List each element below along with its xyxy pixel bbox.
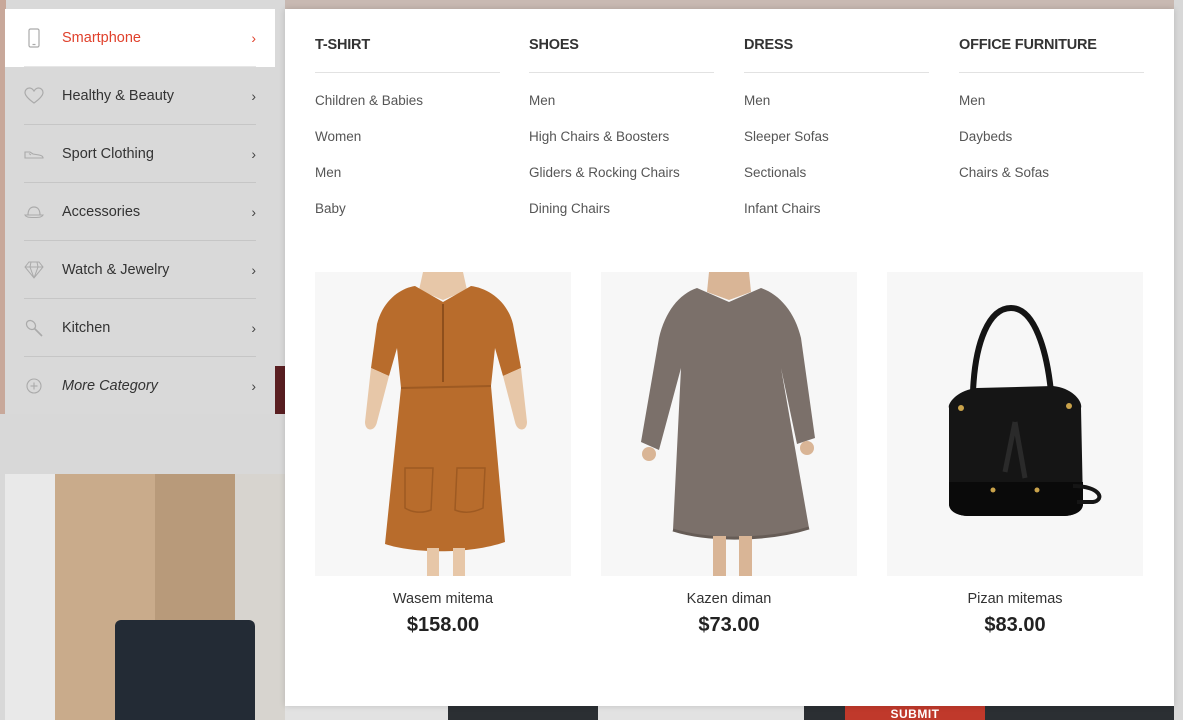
mega-link[interactable]: Sectionals (744, 165, 929, 201)
heart-icon (24, 86, 44, 106)
hero-banner-right-edge (1174, 0, 1183, 414)
mega-column-heading[interactable]: OFFICE FURNITURE (959, 9, 1144, 73)
product-price: $83.00 (984, 614, 1046, 636)
mega-link[interactable]: Infant Chairs (744, 201, 929, 237)
mega-link[interactable]: Baby (315, 201, 500, 237)
sidebar-item-watch-jewelry[interactable]: Watch & Jewelry › (24, 241, 256, 299)
spoon-icon (24, 318, 44, 338)
sidebar-item-accessories[interactable]: Accessories › (24, 183, 256, 241)
sidebar-item-label: More Category (62, 378, 158, 394)
product-name[interactable]: Pizan mitemas (887, 591, 1143, 607)
chevron-right-icon: › (251, 203, 256, 220)
mega-column-heading[interactable]: T-SHIRT (315, 9, 500, 73)
mega-link[interactable]: Dining Chairs (529, 201, 714, 237)
sidebar-item-sport-clothing[interactable]: Sport Clothing › (24, 125, 256, 183)
sidebar-item-label: Accessories (62, 203, 141, 220)
mega-column-office-furniture: OFFICE FURNITURE Men Daybeds Chairs & So… (959, 9, 1144, 201)
mega-link[interactable]: Men (959, 93, 1144, 129)
sidebar-item-label: Sport Clothing (62, 145, 154, 162)
chevron-right-icon: › (251, 261, 256, 278)
product-name[interactable]: Kazen diman (601, 591, 857, 607)
mega-link[interactable]: Daybeds (959, 129, 1144, 165)
sidebar-item-label: Watch & Jewelry (62, 261, 170, 278)
hat-icon (24, 202, 44, 222)
mega-link[interactable]: Children & Babies (315, 93, 500, 129)
mega-link-list: Children & Babies Women Men Baby (315, 73, 500, 237)
sidebar-item-more-category[interactable]: More Category › (24, 357, 256, 415)
chevron-right-icon: › (251, 319, 256, 336)
product-price: $158.00 (406, 614, 480, 636)
smartphone-icon (24, 28, 44, 48)
product-image-dress-tan[interactable] (315, 272, 571, 576)
mega-column-heading[interactable]: DRESS (744, 9, 929, 73)
product-image-dress-grey[interactable] (601, 272, 857, 576)
category-sidebar: Smartphone › Healthy & Beauty › Sport Cl… (5, 9, 275, 414)
mega-link[interactable]: Chairs & Sofas (959, 165, 1144, 201)
sneaker-icon (24, 144, 44, 164)
plus-circle-icon (24, 376, 44, 396)
chevron-right-icon: › (251, 87, 256, 104)
mega-link[interactable]: Men (744, 93, 929, 129)
submit-button[interactable]: SUBMIT (845, 706, 985, 720)
mega-column-shoes: SHOES Men High Chairs & Boosters Gliders… (529, 9, 714, 237)
chevron-right-icon: › (251, 145, 256, 162)
mega-link[interactable]: High Chairs & Boosters (529, 129, 714, 165)
mega-link-list: Men Sleeper Sofas Sectionals Infant Chai… (744, 73, 929, 237)
product-image-handbag[interactable] (887, 272, 1143, 576)
product-card[interactable]: Kazen diman $73.00 (601, 272, 857, 637)
mega-menu-panel: T-SHIRT Children & Babies Women Men Baby… (285, 9, 1174, 706)
mega-column-heading[interactable]: SHOES (529, 9, 714, 73)
dark-block (448, 706, 598, 720)
product-price: $73.00 (698, 614, 760, 636)
chevron-right-icon: › (251, 30, 256, 46)
sidebar-item-label: Smartphone (62, 30, 141, 46)
mega-link[interactable]: Men (315, 165, 500, 201)
mega-link-list: Men High Chairs & Boosters Gliders & Roc… (529, 73, 714, 237)
chevron-right-icon: › (251, 378, 256, 394)
sidebar-item-healthy-beauty[interactable]: Healthy & Beauty › (24, 67, 256, 125)
mega-link[interactable]: Men (529, 93, 714, 129)
mega-column-dress: DRESS Men Sleeper Sofas Sectionals Infan… (744, 9, 929, 237)
product-name[interactable]: Wasem mitema (315, 591, 571, 607)
sidebar-item-smartphone[interactable]: Smartphone › (5, 9, 275, 67)
mega-link-list: Men Daybeds Chairs & Sofas (959, 73, 1144, 201)
diamond-icon (24, 260, 44, 280)
mega-link[interactable]: Sleeper Sofas (744, 129, 929, 165)
product-card[interactable]: Wasem mitema $158.00 (315, 272, 571, 637)
mega-column-tshirt: T-SHIRT Children & Babies Women Men Baby (315, 9, 500, 237)
product-card[interactable]: Pizan mitemas $83.00 (887, 272, 1143, 637)
hero-accent-bar (275, 366, 285, 414)
sidebar-item-label: Kitchen (62, 319, 111, 336)
mega-link[interactable]: Women (315, 129, 500, 165)
sidebar-item-label: Healthy & Beauty (62, 87, 175, 104)
fashion-banner-bag (115, 620, 255, 720)
mega-link[interactable]: Gliders & Rocking Chairs (529, 165, 714, 201)
sidebar-item-kitchen[interactable]: Kitchen › (24, 299, 256, 357)
